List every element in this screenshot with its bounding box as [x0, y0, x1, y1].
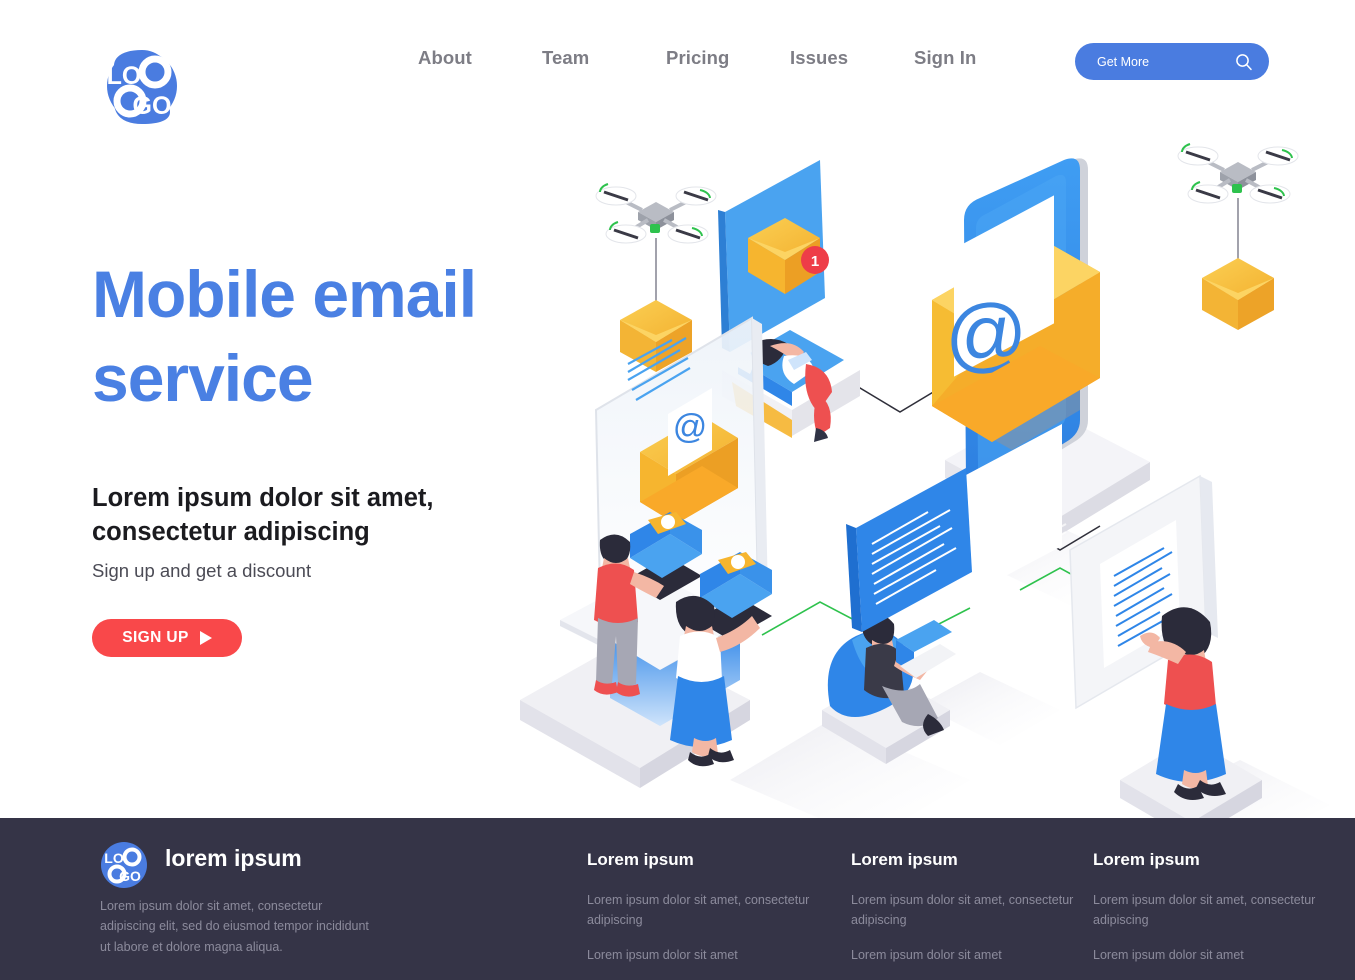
hero-note: Sign up and get a discount: [92, 560, 312, 581]
at-symbol-screen: @: [673, 408, 708, 446]
logo-icon: LO GO: [107, 50, 177, 124]
footer-column-3: Lorem ipsum Lorem ipsum dolor sit amet, …: [1093, 850, 1328, 979]
blue-text-card-beanbag: [846, 468, 972, 632]
notification-badge: 1: [811, 253, 819, 270]
nav-item-team[interactable]: Team: [542, 47, 666, 69]
footer-column-1-heading: Lorem ipsum: [587, 850, 694, 869]
footer-link-group[interactable]: Lorem ipsum dolor sit amet, consectetur …: [587, 890, 822, 931]
play-icon: [199, 631, 212, 645]
nav-item-pricing[interactable]: Pricing: [666, 47, 790, 69]
sign-up-button[interactable]: SIGN UP: [92, 619, 242, 657]
search-icon: [1235, 53, 1253, 71]
footer-column-3-heading: Lorem ipsum: [1093, 850, 1200, 869]
drone-body-left: [595, 183, 717, 244]
hero-subtitle: Lorem ipsum dolor sit amet, consectetur …: [92, 484, 434, 546]
landing-page: LO GO About Team Pricing Issues Sign In …: [0, 0, 1355, 980]
get-more-label: Get More: [1097, 54, 1150, 69]
footer-column-1: Lorem ipsum Lorem ipsum dolor sit amet, …: [587, 850, 822, 979]
drone-left: [595, 183, 717, 372]
email-notification-card: 1: [718, 160, 829, 352]
footer-link-group[interactable]: Lorem ipsum dolor sit amet: [851, 945, 1086, 965]
isometric-scene: 1 @ @: [520, 143, 1330, 820]
drone-right: [1177, 143, 1299, 330]
site-footer: LO GO lorem ipsum Lorem ipsum dolor sit …: [0, 818, 1355, 980]
footer-brand: lorem ipsum: [165, 845, 302, 871]
footer-link-group[interactable]: Lorem ipsum dolor sit amet, consectetur …: [1093, 890, 1328, 931]
footer-description: Lorem ipsum dolor sit amet, consectetur …: [100, 899, 369, 954]
footer-logo-text-top: LO: [104, 850, 124, 866]
beanbag-person-scene: [822, 468, 972, 764]
footer-link-group[interactable]: Lorem ipsum dolor sit amet: [587, 945, 822, 965]
nav-item-about[interactable]: About: [418, 47, 542, 69]
sign-up-label: SIGN UP: [122, 629, 189, 646]
site-logo[interactable]: LO GO: [100, 44, 184, 128]
main-navigation: About Team Pricing Issues Sign In: [418, 47, 1038, 69]
footer-link-group[interactable]: Lorem ipsum dolor sit amet, consectetur …: [851, 890, 1086, 931]
nav-item-signin[interactable]: Sign In: [914, 47, 1038, 69]
footer-column-2: Lorem ipsum Lorem ipsum dolor sit amet, …: [851, 850, 1086, 979]
footer-column-2-heading: Lorem ipsum: [851, 850, 958, 869]
get-more-button[interactable]: Get More: [1075, 43, 1269, 80]
nav-item-issues[interactable]: Issues: [790, 47, 914, 69]
footer-link-group[interactable]: Lorem ipsum dolor sit amet: [1093, 945, 1328, 965]
hero-illustration: 1 @ @: [500, 120, 1355, 820]
drone-body-right: [1177, 143, 1299, 204]
footer-logo-icon: LO GO: [101, 842, 147, 888]
page-title: Mobile email service: [92, 257, 477, 416]
site-header: LO GO About Team Pricing Issues Sign In …: [0, 0, 1355, 130]
footer-logo[interactable]: LO GO: [100, 841, 148, 889]
